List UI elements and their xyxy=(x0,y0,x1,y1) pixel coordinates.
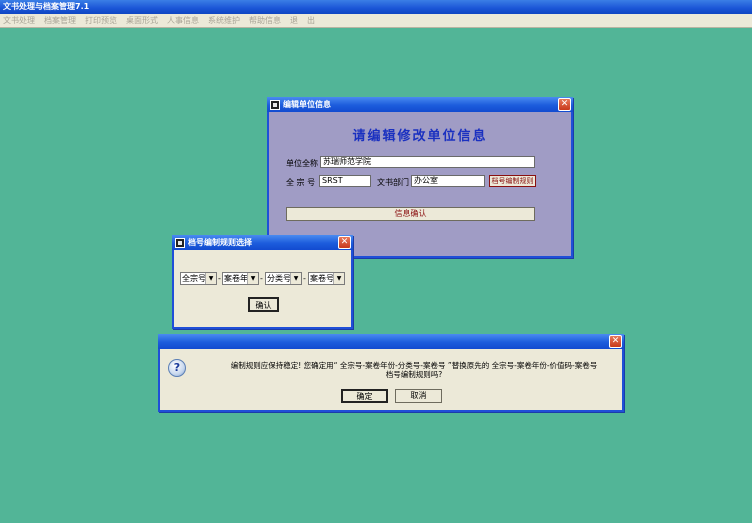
app-title: 文书处理与档案管理7.1 xyxy=(3,2,90,11)
archive-rule-button[interactable]: 档号编制规则 xyxy=(489,175,536,187)
confirm-message-line-2: 档号编制规则吗? xyxy=(385,370,443,379)
menu-item-print-preview[interactable]: 打印预览 xyxy=(85,15,117,26)
combo-fonds[interactable]: 全宗号 ▼ xyxy=(180,272,217,285)
chevron-down-icon[interactable]: ▼ xyxy=(290,273,301,284)
combo-volume[interactable]: 案卷号 ▼ xyxy=(308,272,345,285)
menu-item-personnel[interactable]: 人事信息 xyxy=(167,15,199,26)
combo-volume-value: 案卷号 xyxy=(310,274,334,283)
info-confirm-button[interactable]: 信息确认 xyxy=(286,207,535,221)
confirm-dialog: ✕ ? 编制规则应保持稳定! 您确定用“ 全宗号-案卷年份-分类号-案卷号 ”替… xyxy=(158,334,624,412)
app-title-bar: 文书处理与档案管理7.1 xyxy=(0,0,752,14)
combo-year-value: 案卷年 xyxy=(224,274,248,283)
cancel-button[interactable]: 取消 xyxy=(395,389,442,403)
confirm-message-line-1: 编制规则应保持稳定! 您确定用“ 全宗号-案卷年份-分类号-案卷号 ”替换原先的… xyxy=(230,361,598,370)
fullname-input[interactable]: 苏瑞师范学院 xyxy=(320,156,535,168)
separator: - xyxy=(218,274,221,283)
menu-item-exit-2[interactable]: 出 xyxy=(307,15,315,26)
archive-rule-title: 档号编制规则选择 xyxy=(188,238,252,247)
dept-label: 文书部门 xyxy=(377,178,409,187)
combo-year[interactable]: 案卷年 ▼ xyxy=(222,272,259,285)
fonds-label: 全 宗 号 xyxy=(286,178,316,187)
edit-unit-title: 编辑单位信息 xyxy=(283,100,331,109)
fonds-input[interactable]: SRST xyxy=(319,175,371,187)
confirm-dialog-title-bar[interactable]: ✕ xyxy=(158,334,624,349)
close-icon[interactable]: ✕ xyxy=(338,236,351,249)
app-window-icon xyxy=(270,99,280,110)
edit-unit-window: 编辑单位信息 ✕ 请编辑修改单位信息 单位全称 苏瑞师范学院 全 宗 号 SRS… xyxy=(267,97,573,258)
ok-button[interactable]: 确定 xyxy=(341,389,388,403)
separator: - xyxy=(260,274,263,283)
archive-rule-title-bar[interactable]: 档号编制规则选择 ✕ xyxy=(172,235,353,250)
question-icon: ? xyxy=(168,359,186,377)
app-menu-bar: 文书处理 档案管理 打印预览 桌面形式 人事信息 系统维护 帮助信息 退 出 xyxy=(0,14,752,28)
menu-item-exit-1[interactable]: 退 xyxy=(290,15,298,26)
edit-unit-title-bar[interactable]: 编辑单位信息 ✕ xyxy=(267,97,573,112)
combo-category[interactable]: 分类号 ▼ xyxy=(265,272,302,285)
combo-fonds-value: 全宗号 xyxy=(182,274,206,283)
chevron-down-icon[interactable]: ▼ xyxy=(247,273,258,284)
combo-category-value: 分类号 xyxy=(267,274,291,283)
chevron-down-icon[interactable]: ▼ xyxy=(333,273,344,284)
close-icon[interactable]: ✕ xyxy=(558,98,571,111)
rule-ok-button[interactable]: 确认 xyxy=(248,297,279,312)
chevron-down-icon[interactable]: ▼ xyxy=(205,273,216,284)
menu-item-archive[interactable]: 档案管理 xyxy=(44,15,76,26)
menu-item-help[interactable]: 帮助信息 xyxy=(249,15,281,26)
unit-heading: 请编辑修改单位信息 xyxy=(352,129,488,144)
archive-rule-window: 档号编制规则选择 ✕ 全宗号 ▼ - 案卷年 ▼ - 分类号 ▼ - 案卷号 ▼… xyxy=(172,235,353,329)
confirm-message: 编制规则应保持稳定! 您确定用“ 全宗号-案卷年份-分类号-案卷号 ”替换原先的… xyxy=(204,361,624,379)
menu-item-document[interactable]: 文书处理 xyxy=(3,15,35,26)
menu-item-system[interactable]: 系统维护 xyxy=(208,15,240,26)
close-icon[interactable]: ✕ xyxy=(609,335,622,348)
app-window-icon xyxy=(175,237,185,248)
menu-item-desktop[interactable]: 桌面形式 xyxy=(126,15,158,26)
dept-input[interactable]: 办公室 xyxy=(411,175,485,187)
fullname-label: 单位全称 xyxy=(286,159,318,168)
separator: - xyxy=(303,274,306,283)
